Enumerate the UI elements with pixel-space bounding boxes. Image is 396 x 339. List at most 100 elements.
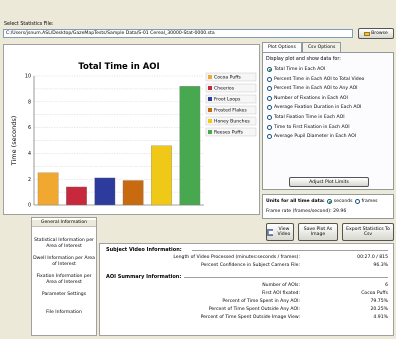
total-time-chart: Total Time in AOI 0 2 4 6 8 10 Time (seconds) Co… (10, 62, 257, 209)
plot-option-row[interactable]: Percent Time in Each AOI to Total Video (267, 76, 365, 82)
view-video-label: View Video (277, 227, 291, 237)
camera-confidence-value: 96.3% (373, 263, 388, 268)
bar (37, 172, 59, 206)
section-divider (184, 277, 388, 278)
units-frames-label: frames (361, 199, 378, 204)
bar (94, 177, 116, 206)
browse-label: Browse (371, 31, 388, 36)
units-seconds-radio[interactable] (326, 199, 332, 204)
plot-option-radio[interactable] (267, 76, 272, 82)
plot-option-row[interactable]: Average Fixation Duration in Each AOI (267, 105, 362, 111)
plot-option-row[interactable]: Total Time in Each AOI (267, 67, 325, 72)
nav-fixation-information[interactable]: Fixation Information per Area of Interes… (32, 274, 96, 285)
tab-csv-options[interactable]: Csv Options (301, 42, 342, 52)
folder-icon (364, 31, 371, 36)
legend-label: Reeses Puffs (214, 130, 243, 136)
pct-outside-view-label: Percent of Time Spent Outside Image View… (200, 315, 300, 320)
nav-file-information[interactable]: File Information (32, 310, 96, 316)
legend-label: Frosted Flakes (214, 108, 247, 114)
plot-option-label: Total Fixation Time in Each AOI (274, 115, 345, 120)
nav-parameter-settings[interactable]: Parameter Settings (32, 292, 96, 298)
legend-swatch (208, 130, 212, 134)
pct-in-aoi-label: Percent of Time Spent in Any AOI: (222, 299, 300, 304)
legend-swatch (208, 108, 212, 112)
nav-statistical-information[interactable]: Statistical Information per Area of Inte… (32, 238, 96, 249)
video-icon (267, 228, 273, 236)
general-info-panel: Subject Video Information: Length of Vid… (99, 243, 394, 336)
units-frames-radio[interactable] (354, 199, 360, 204)
plot-option-radio[interactable] (267, 115, 272, 120)
bar (151, 145, 172, 206)
chart-panel: Total Time in AOI 0 2 4 6 8 10 Time (seconds) Co… (3, 44, 260, 215)
legend-label: Froot Loops (214, 97, 241, 103)
plot-option-label: Number of Fixations in Each AOI (274, 95, 348, 101)
video-length-value: 00:27.0 / 815 (357, 255, 388, 260)
legend-swatch (208, 97, 212, 101)
pct-outside-view-value: 4.91% (373, 315, 388, 320)
camera-confidence-label: Percent Confidence in Subject Camera Fil… (200, 263, 300, 268)
y-tick-label: 0 (28, 203, 31, 209)
legend-swatch (208, 119, 212, 123)
select-file-label: Select Statistics File: (4, 22, 54, 27)
plot-option-label: Total Time in Each AOI (274, 67, 326, 72)
pct-in-aoi-value: 79.75% (370, 299, 388, 304)
y-tick-label: 2 (28, 177, 31, 183)
info-nav: General Information Statistical Informat… (31, 217, 97, 336)
first-aoi-label: First AOI fixated: (261, 291, 300, 296)
plot-option-label: Average Pupil Diameter in Each AOI (274, 134, 357, 140)
plot-option-label: Percent Time in Each AOI to Any AOI (274, 86, 358, 92)
plot-options-panel: Display plot and show data for: Total Ti… (262, 52, 394, 190)
framerate-readout: Frame rate (frames/second): 29.96 (266, 209, 346, 214)
adjust-plot-limits-button[interactable]: Adjust Plot Limits (289, 177, 369, 187)
plot-option-row[interactable]: Number of Fixations in Each AOI (267, 95, 348, 101)
video-length-label: Length of Video Processed (minutes:secon… (173, 255, 300, 260)
legend-label: Cocoa Puffs (214, 75, 241, 81)
plot-options-heading: Display plot and show data for: (266, 57, 341, 62)
legend-label: Honey Bunches (214, 119, 250, 125)
bar (122, 180, 144, 206)
framerate-value: 29.96 (333, 209, 347, 214)
y-tick-label: 10 (25, 74, 31, 80)
units-label: Units for all time data: (266, 199, 325, 204)
plot-option-row[interactable]: Total Fixation Time in Each AOI (267, 115, 345, 120)
nav-dwell-information[interactable]: Dwell Information per Area of Interest (32, 256, 96, 267)
legend-label: Cheerios (214, 86, 235, 92)
options-tabs: Plot Options Csv Options (262, 42, 342, 53)
export-csv-button[interactable]: Export Statistics To Csv (342, 223, 394, 241)
legend-swatch (208, 86, 212, 90)
plot-option-radio[interactable] (267, 105, 272, 111)
plot-option-radio[interactable] (267, 134, 272, 140)
section-divider (192, 250, 388, 251)
plot-option-radio[interactable] (267, 67, 272, 72)
plot-option-radio[interactable] (267, 124, 272, 130)
plot-option-label: Time to First Fixation in Each AOI (274, 124, 350, 130)
plot-option-radio[interactable] (267, 86, 272, 92)
plot-option-row[interactable]: Time to First Fixation in Each AOI (267, 124, 350, 130)
y-tick-label: 8 (28, 99, 31, 105)
aoi-count-label: Number of AOIs: (262, 283, 300, 288)
file-path-field[interactable]: C:/Users/jsnum.ASL/Desktop/GazeMapTests/… (3, 29, 353, 38)
chart-title: Total Time in AOI (78, 62, 159, 72)
view-video-button[interactable]: View Video (266, 223, 294, 241)
units-panel: Units for all time data: seconds frames … (262, 194, 394, 219)
bar (66, 186, 87, 206)
browse-button[interactable]: Browse (358, 28, 394, 39)
framerate-label: Frame rate (frames/second): (266, 209, 332, 214)
subject-video-title: Subject Video Information: (106, 247, 182, 253)
plot-option-row[interactable]: Average Pupil Diameter in Each AOI (267, 134, 357, 140)
aoi-count-value: 6 (385, 283, 388, 288)
aoi-summary-title: AOI Summary Information: (106, 274, 182, 280)
plot-option-radio[interactable] (267, 95, 272, 101)
bar (179, 86, 201, 206)
plot-option-label: Average Fixation Duration in Each AOI (274, 105, 362, 111)
save-plot-button[interactable]: Save Plot As Image (298, 223, 338, 241)
pct-outside-aoi-label: Percent of Time Spent Outside Any AOI: (208, 307, 300, 312)
plot-option-label: Percent Time in Each AOI to Total Video (274, 76, 365, 82)
y-tick-label: 6 (28, 125, 31, 131)
plot-option-row[interactable]: Percent Time in Each AOI to Any AOI (267, 86, 358, 92)
pct-outside-aoi-value: 20.25% (370, 307, 388, 312)
nav-general-information[interactable]: General Information (32, 220, 96, 227)
y-tick-label: 4 (28, 151, 31, 157)
units-seconds-label: seconds (333, 199, 353, 204)
y-axis-label: Time (seconds) (10, 116, 18, 167)
